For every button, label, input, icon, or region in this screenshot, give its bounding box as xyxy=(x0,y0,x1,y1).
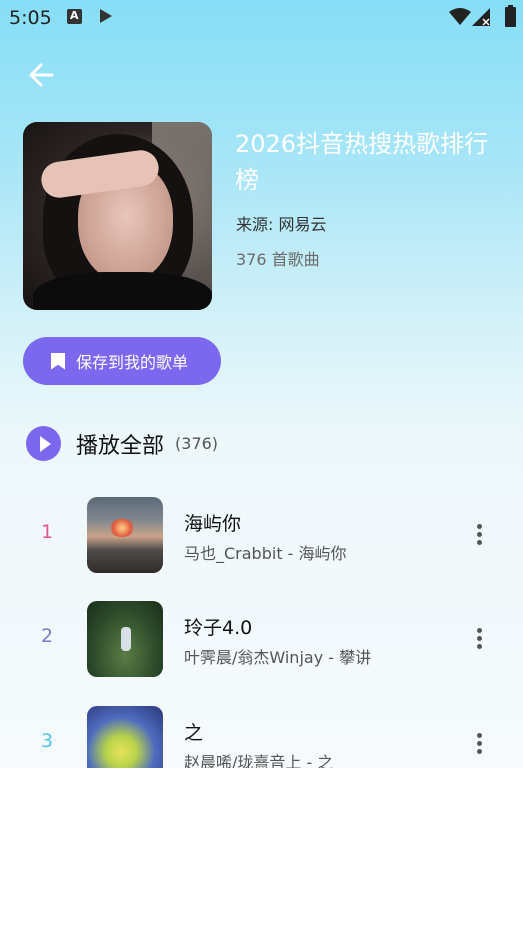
song-index: 3 xyxy=(40,730,54,752)
a-notification-icon: A xyxy=(67,9,82,24)
play-all-count: (376) xyxy=(175,434,219,453)
wifi-icon xyxy=(449,8,471,25)
battery-icon xyxy=(505,5,516,27)
song-artist: 叶霁晨/翁杰Winjay - 攀讲 xyxy=(184,648,372,667)
song-cover-image xyxy=(87,497,163,573)
song-row-3[interactable]: 3 之 赵晨唏/珑熹音上 - 之 xyxy=(0,706,523,768)
song-index: 1 xyxy=(40,521,54,543)
save-button-label: 保存到我的歌单 xyxy=(76,353,189,372)
play-circle-icon xyxy=(26,426,61,461)
song-title: 海屿你 xyxy=(184,513,242,535)
status-time: 5:05 xyxy=(9,7,52,29)
more-options-icon[interactable] xyxy=(470,730,488,758)
play-all-button[interactable]: 播放全部 (376) xyxy=(26,426,218,461)
playlist-song-count: 376 首歌曲 xyxy=(236,250,320,269)
song-artist: 马也_Crabbit - 海屿你 xyxy=(184,544,347,563)
playlist-cover-image xyxy=(23,122,212,310)
song-cover-image xyxy=(87,601,163,677)
playlist-screen: 5:05 A 2026抖音热搜热歌排行榜 来源: 网易云 376 首歌曲 保存到… xyxy=(0,0,523,768)
song-cover-image xyxy=(87,706,163,768)
blank-area xyxy=(0,768,523,929)
song-index: 2 xyxy=(40,625,54,647)
song-title: 之 xyxy=(184,722,204,744)
arrow-left-icon[interactable] xyxy=(24,58,58,92)
playlist-source: 来源: 网易云 xyxy=(236,215,327,234)
song-row-1[interactable]: 1 海屿你 马也_Crabbit - 海屿你 xyxy=(0,497,523,587)
song-artist: 赵晨唏/珑熹音上 - 之 xyxy=(184,753,334,768)
playlist-title: 2026抖音热搜热歌排行榜 xyxy=(235,130,489,194)
save-to-my-playlist-button[interactable]: 保存到我的歌单 xyxy=(23,337,221,385)
more-options-icon[interactable] xyxy=(470,521,488,549)
song-title: 玲子4.0 xyxy=(184,617,253,639)
play-notification-icon xyxy=(100,9,112,23)
song-row-2[interactable]: 2 玲子4.0 叶霁晨/翁杰Winjay - 攀讲 xyxy=(0,601,523,691)
more-options-icon[interactable] xyxy=(470,625,488,653)
status-bar: 5:05 A xyxy=(0,0,523,36)
bookmark-icon xyxy=(51,352,65,370)
play-all-label: 播放全部 xyxy=(76,433,165,459)
cell-signal-icon xyxy=(472,8,490,26)
